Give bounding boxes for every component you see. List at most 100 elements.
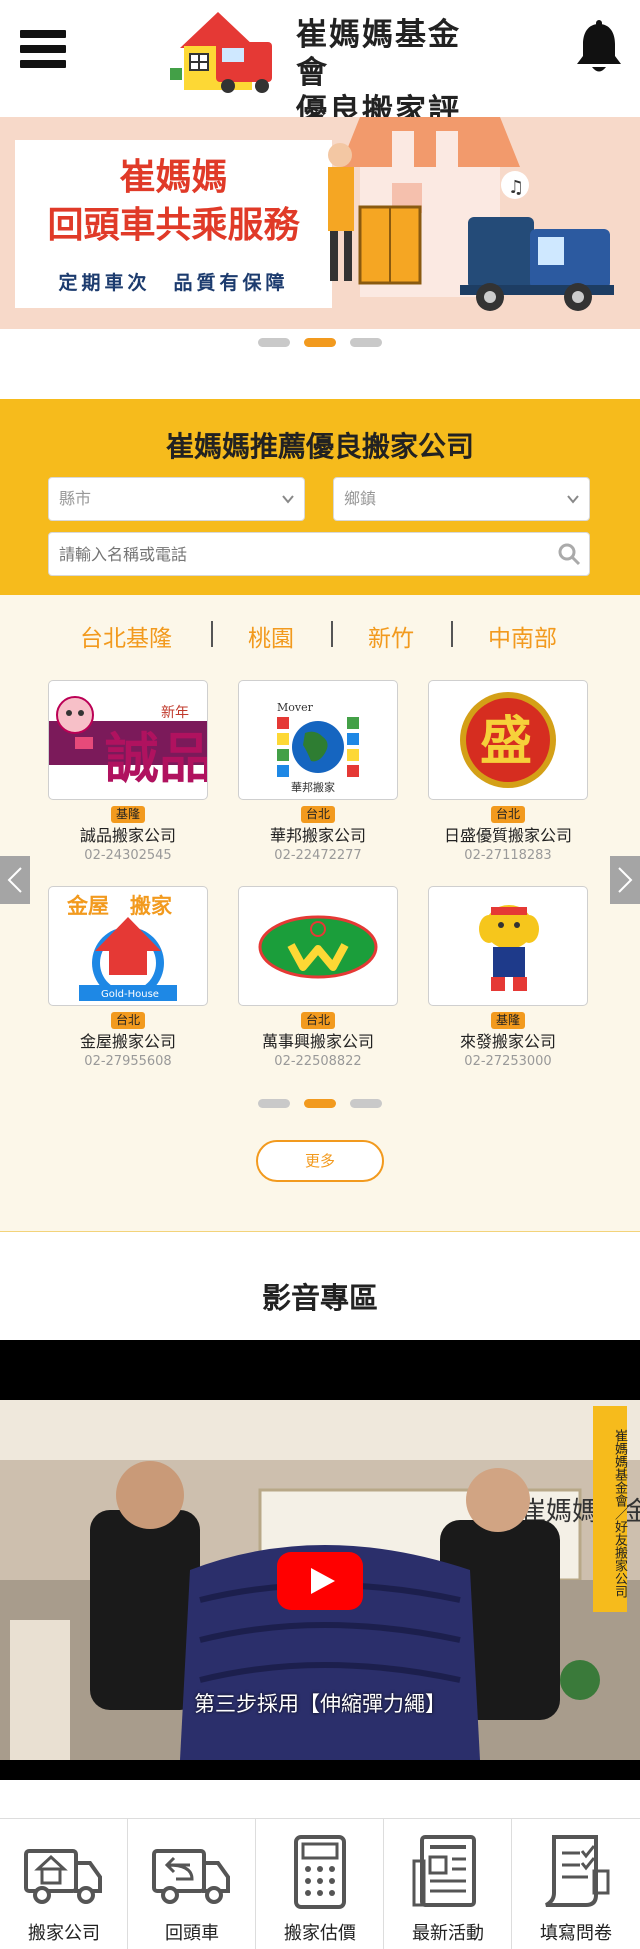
bell-icon[interactable]: [574, 20, 624, 76]
company-name[interactable]: 誠品搬家公司: [48, 825, 208, 847]
bottom-navigation: 搬家公司 回頭車 搬家估價 最新活動 填寫問卷: [0, 1818, 640, 1949]
company-logo[interactable]: [428, 886, 588, 1006]
company-logo-text: 誠品: [105, 727, 207, 790]
company-card[interactable]: 誠品 新年 基隆 誠品搬家公司 02-24302545: [48, 680, 208, 863]
city-select-placeholder: 縣市: [59, 489, 92, 508]
keyword-search-box: [48, 532, 590, 576]
nav-label: 填寫問卷: [540, 1923, 612, 1944]
company-logo-tag: Mover: [277, 701, 314, 714]
site-logo[interactable]: 崔媽媽基金會 優良搬家評鑑: [170, 8, 480, 167]
nav-label: 搬家公司: [28, 1923, 100, 1944]
nav-item-survey[interactable]: 填寫問卷: [512, 1819, 640, 1949]
region-badge: 台北: [301, 806, 335, 823]
company-logo-text: 盛: [480, 712, 532, 772]
chevron-down-icon: [282, 495, 294, 504]
company-name[interactable]: 金屋搬家公司: [48, 1031, 208, 1053]
search-icon[interactable]: [557, 542, 581, 566]
company-logo[interactable]: 金屋 搬家 Gold-House: [48, 886, 208, 1006]
company-name[interactable]: 日盛優質搬家公司: [428, 825, 588, 847]
hero-banner[interactable]: 崔媽媽 回頭車共乘服務 定期車次 品質有保障 ♫: [0, 117, 640, 329]
town-select-placeholder: 鄉鎮: [344, 489, 377, 508]
nav-label: 搬家估價: [284, 1923, 356, 1944]
company-phone: 02-24302545: [84, 848, 172, 863]
tab-region-central-south[interactable]: 中南部: [488, 619, 557, 653]
tab-separator: [331, 621, 333, 647]
company-name[interactable]: 萬事興搬家公司: [238, 1031, 398, 1053]
video-section-title: 影音專區: [261, 1281, 378, 1315]
carousel-dot-2[interactable]: [304, 1099, 336, 1108]
company-card[interactable]: Mover 華邦搬家 台北 華邦搬家公司 02-22472277: [238, 680, 398, 863]
company-logo-tag: 新年: [161, 705, 189, 721]
company-name[interactable]: 來發搬家公司: [428, 1031, 588, 1053]
carousel-dot-3[interactable]: [350, 338, 382, 347]
tab-separator: [211, 621, 213, 647]
nav-label: 回頭車: [165, 1923, 219, 1944]
nav-label: 最新活動: [412, 1923, 484, 1944]
company-phone: 02-27955608: [84, 1054, 172, 1069]
header: 崔媽媽基金會 優良搬家評鑑: [0, 0, 640, 167]
company-phone: 02-22472277: [274, 848, 362, 863]
newspaper-icon: [412, 1835, 476, 1907]
region-badge: 基隆: [491, 1012, 525, 1029]
video-side-label: 崔媽媽基金會／好友搬家公司: [593, 1406, 627, 1612]
company-phone: 02-27118283: [464, 848, 552, 863]
company-logo-text: 金屋 搬家: [66, 894, 173, 918]
region-badge: 台北: [491, 806, 525, 823]
company-card[interactable]: 盛 台北 日盛優質搬家公司 02-27118283: [428, 680, 588, 863]
region-badge: 基隆: [111, 806, 145, 823]
company-logo-text: 華邦搬家: [291, 780, 335, 794]
more-button[interactable]: 更多: [256, 1140, 384, 1182]
search-section: 崔媽媽推薦優良搬家公司 縣市 鄉鎮: [0, 399, 640, 595]
company-logo[interactable]: Mover 華邦搬家: [238, 680, 398, 800]
carousel-prev-arrow[interactable]: [0, 856, 30, 904]
carousel-dot-1[interactable]: [258, 338, 290, 347]
carousel-next-arrow[interactable]: [610, 856, 640, 904]
company-logo[interactable]: 誠品 新年: [48, 680, 208, 800]
chevron-down-icon: [567, 495, 579, 504]
hamburger-menu-icon[interactable]: [20, 30, 66, 72]
region-badge: 台北: [301, 1012, 335, 1029]
tab-region-taoyuan[interactable]: 桃園: [248, 619, 294, 653]
company-logo-tag: Gold-House: [101, 989, 159, 1000]
moving-truck-house-icon: [24, 1849, 102, 1904]
company-carousel-dots: [0, 1099, 640, 1111]
logo-line-1: 崔媽媽基金會: [296, 17, 461, 91]
banner-title-line-1: 崔媽媽: [119, 157, 228, 198]
nav-item-estimate[interactable]: 搬家估價: [256, 1819, 384, 1949]
company-logo[interactable]: [238, 886, 398, 1006]
nav-item-return-truck[interactable]: 回頭車: [128, 1819, 256, 1949]
banner-subtitle: 定期車次 品質有保障: [58, 272, 289, 294]
keyword-search-input[interactable]: [49, 533, 539, 575]
banner-title-line-2: 回頭車共乘服務: [47, 205, 300, 246]
play-icon[interactable]: [277, 1552, 363, 1610]
company-phone: 02-27253000: [464, 1054, 552, 1069]
company-phone: 02-22508822: [274, 1054, 362, 1069]
logo-house-truck-icon: [170, 12, 272, 93]
carousel-dot-3[interactable]: [350, 1099, 382, 1108]
company-name[interactable]: 華邦搬家公司: [238, 825, 398, 847]
chevron-right-icon: [618, 867, 633, 893]
return-truck-icon: [152, 1849, 230, 1904]
banner-carousel-dots: [0, 338, 640, 350]
company-logo[interactable]: 盛: [428, 680, 588, 800]
video-thumbnail[interactable]: 崔媽媽基金會 第三步採用【伸縮彈力繩】 崔媽媽基金會／好友搬家公司: [0, 1400, 640, 1760]
survey-checklist-icon: [545, 1835, 610, 1907]
carousel-dot-1[interactable]: [258, 1099, 290, 1108]
company-card[interactable]: 基隆 來發搬家公司 02-27253000: [428, 886, 588, 1069]
company-card[interactable]: 台北 萬事興搬家公司 02-22508822: [238, 886, 398, 1069]
banner-illustration: ♫: [328, 117, 614, 311]
nav-item-moving-companies[interactable]: 搬家公司: [0, 1819, 128, 1949]
town-select[interactable]: 鄉鎮: [333, 477, 590, 521]
nav-item-latest-events[interactable]: 最新活動: [384, 1819, 512, 1949]
video-caption: 第三步採用【伸縮彈力繩】: [194, 1692, 446, 1716]
banner-text-card: 崔媽媽 回頭車共乘服務 定期車次 品質有保障: [15, 140, 332, 308]
city-select[interactable]: 縣市: [48, 477, 305, 521]
carousel-dot-2[interactable]: [304, 338, 336, 347]
search-section-title: 崔媽媽推薦優良搬家公司: [165, 430, 474, 463]
company-card[interactable]: 金屋 搬家 Gold-House 台北 金屋搬家公司 02-27955608: [48, 886, 208, 1069]
tab-region-taipei-keelung[interactable]: 台北基隆: [80, 619, 172, 653]
tab-region-hsinchu[interactable]: 新竹: [368, 619, 414, 653]
region-badge: 台北: [111, 1012, 145, 1029]
video-player[interactable]: 崔媽媽基金會 第三步採用【伸縮彈力繩】 崔媽媽基金會／好友搬家公司: [0, 1340, 640, 1780]
calculator-icon: [294, 1835, 346, 1909]
